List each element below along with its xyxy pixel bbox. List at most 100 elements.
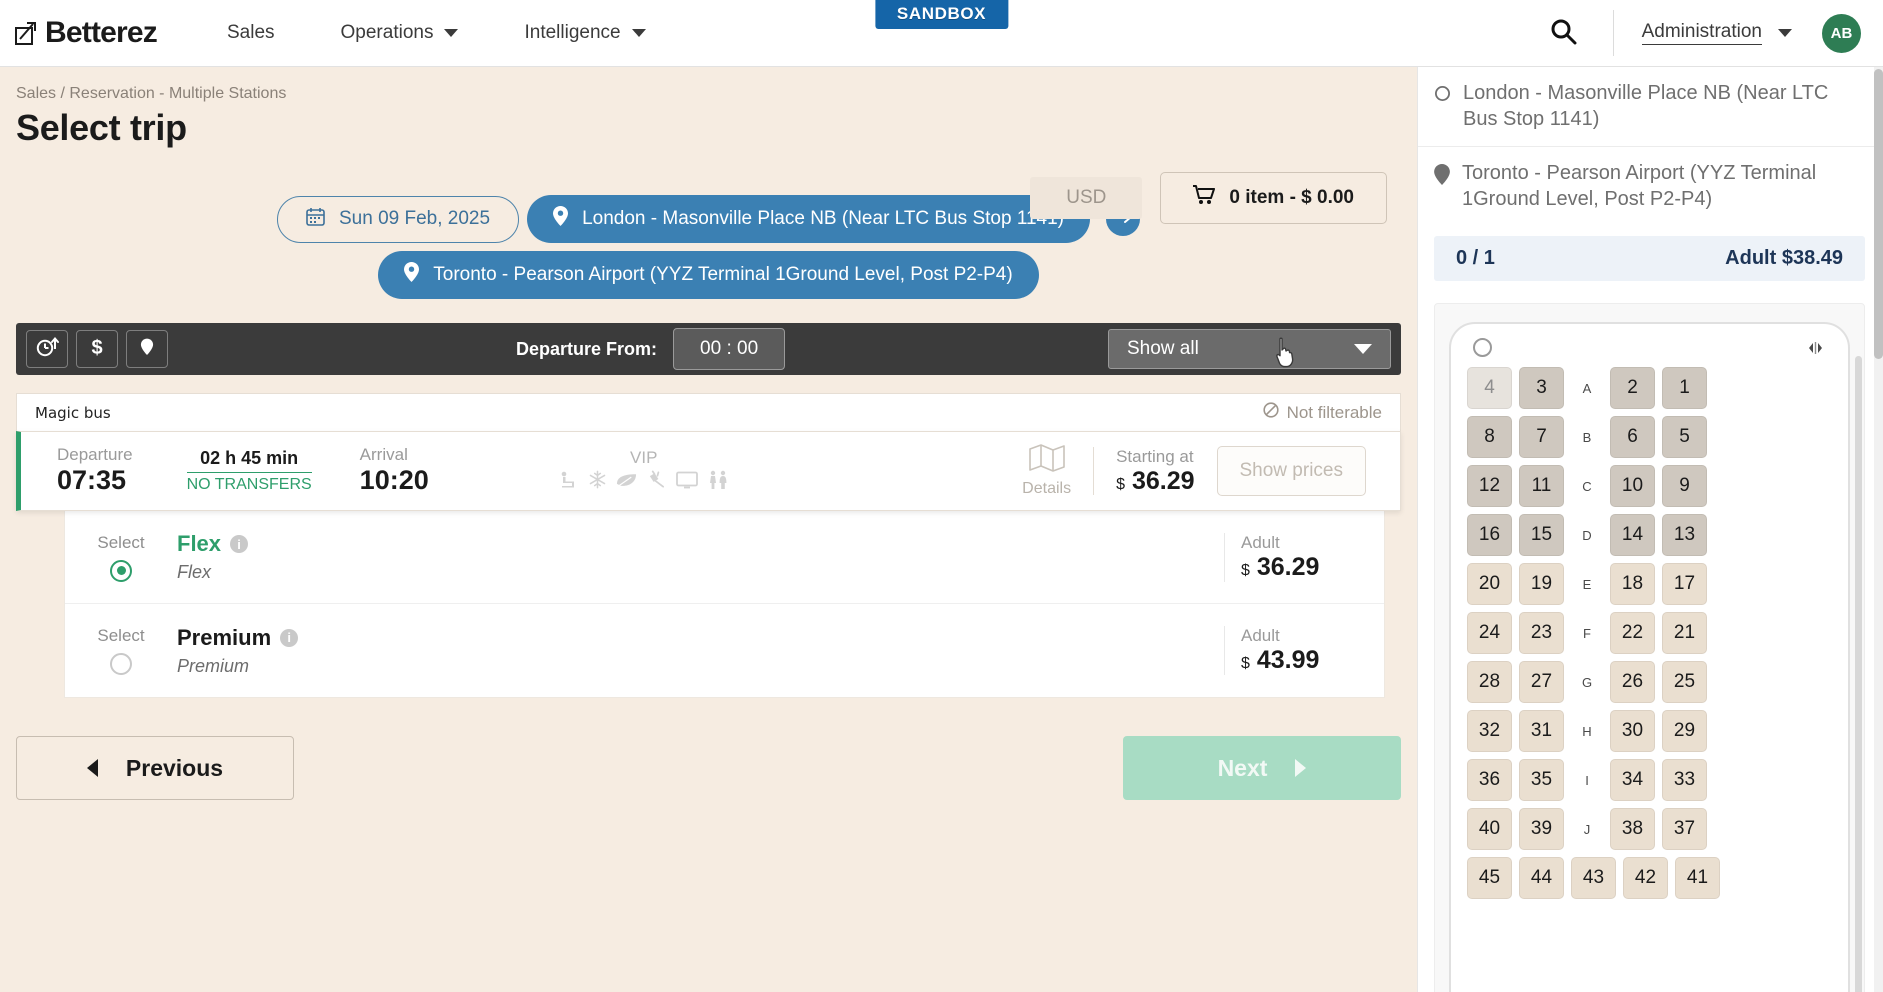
nav-label: Intelligence: [524, 22, 621, 43]
nav-item-sales[interactable]: Sales: [227, 22, 275, 44]
fare-amount: $ 36.29: [1241, 553, 1384, 582]
seat-map-scrollbar[interactable]: [1855, 356, 1862, 992]
seat-count-bar: 0 / 1 Adult $38.49: [1434, 236, 1865, 282]
seat-2[interactable]: 2: [1610, 367, 1655, 410]
next-button[interactable]: Next: [1123, 736, 1401, 800]
administration-menu[interactable]: Administration: [1641, 21, 1792, 45]
row-letter-C: C: [1582, 478, 1592, 494]
seat-10[interactable]: 10: [1610, 465, 1655, 508]
info-icon[interactable]: i: [280, 628, 299, 647]
fare-radio-flex[interactable]: [110, 559, 132, 582]
filter-select[interactable]: Show all: [1108, 329, 1391, 369]
scrollbar-thumb[interactable]: [1855, 356, 1862, 992]
seat-1[interactable]: 1: [1662, 367, 1707, 410]
fare-select-cell: Select: [65, 626, 177, 675]
seat-41[interactable]: 41: [1675, 857, 1720, 900]
departure-from-input[interactable]: 00 : 00: [673, 328, 786, 370]
seat-8[interactable]: 8: [1467, 416, 1512, 459]
seat-22[interactable]: 22: [1610, 612, 1655, 655]
cart-label: 0 item - $ 0.00: [1229, 187, 1354, 208]
shopping-cart-icon: [1193, 185, 1216, 211]
seat-3[interactable]: 3: [1519, 367, 1564, 410]
seat-row-D: 16 15 D 14 13: [1467, 514, 1832, 557]
seat-43[interactable]: 43: [1571, 857, 1616, 900]
details-button[interactable]: Details: [1000, 444, 1093, 498]
seat-24[interactable]: 24: [1467, 612, 1512, 655]
fare-row[interactable]: Select Flex i Flex Adult $ 36.29: [65, 511, 1384, 604]
brand-logo[interactable]: Betterez: [14, 16, 158, 50]
cart-area: USD 0 item - $ 0.00: [1030, 172, 1387, 224]
seat-6[interactable]: 6: [1610, 416, 1655, 459]
seat-11[interactable]: 11: [1519, 465, 1564, 508]
seat-7[interactable]: 7: [1519, 416, 1564, 459]
seat-36[interactable]: 36: [1467, 759, 1512, 802]
seat-18[interactable]: 18: [1610, 563, 1655, 606]
date-chip[interactable]: Sun 09 Feb, 2025: [277, 195, 520, 243]
seat-15[interactable]: 15: [1519, 514, 1564, 557]
seat-32[interactable]: 32: [1467, 710, 1512, 753]
search-button[interactable]: [1513, 17, 1613, 50]
show-prices-button[interactable]: Show prices: [1216, 446, 1366, 496]
nav-item-intelligence[interactable]: Intelligence: [524, 22, 646, 44]
seat-37[interactable]: 37: [1662, 808, 1707, 851]
origin-chip[interactable]: London - Masonville Place NB (Near LTC B…: [527, 195, 1090, 243]
seat-25[interactable]: 25: [1662, 661, 1707, 704]
chevron-down-icon: [1778, 29, 1792, 37]
currency-display: USD: [1030, 177, 1143, 219]
seat-33[interactable]: 33: [1662, 759, 1707, 802]
select-label: Select: [97, 532, 145, 552]
seat-23[interactable]: 23: [1519, 612, 1564, 655]
seat-20[interactable]: 20: [1467, 563, 1512, 606]
avatar[interactable]: AB: [1822, 13, 1861, 53]
seat-27[interactable]: 27: [1519, 661, 1564, 704]
seat-17[interactable]: 17: [1662, 563, 1707, 606]
seat-40[interactable]: 40: [1467, 808, 1512, 851]
seat-28[interactable]: 28: [1467, 661, 1512, 704]
sort-by-price-button[interactable]: $: [76, 330, 118, 368]
chips-line-one: Sun 09 Feb, 2025 London - Masonville Pla…: [277, 195, 1140, 243]
row-letter-I: I: [1585, 772, 1589, 788]
seat-5[interactable]: 5: [1662, 416, 1707, 459]
info-icon[interactable]: i: [230, 535, 249, 553]
sort-by-location-button[interactable]: [126, 330, 168, 368]
amount: 36.29: [1131, 466, 1195, 495]
nav-divider: [1612, 10, 1614, 56]
seat-16[interactable]: 16: [1467, 514, 1512, 557]
nav-item-operations[interactable]: Operations: [341, 22, 459, 44]
page-scrollbar[interactable]: [1874, 67, 1883, 992]
steering-wheel-icon: [1473, 338, 1492, 358]
seat-4[interactable]: 4: [1467, 367, 1512, 410]
clock-sort-ascending-icon: [35, 336, 59, 363]
destination-chip[interactable]: Toronto - Pearson Airport (YYZ Terminal …: [378, 251, 1039, 299]
seat-21[interactable]: 21: [1662, 612, 1707, 655]
seat-31[interactable]: 31: [1519, 710, 1564, 753]
seat-12[interactable]: 12: [1467, 465, 1512, 508]
trip-row[interactable]: Departure 07:35 02 h 45 min NO TRANSFERS…: [16, 431, 1401, 511]
seat-35[interactable]: 35: [1519, 759, 1564, 802]
sort-by-time-button[interactable]: [26, 330, 68, 368]
seat-14[interactable]: 14: [1610, 514, 1655, 557]
seat-9[interactable]: 9: [1662, 465, 1707, 508]
fare-radio-premium[interactable]: [110, 653, 132, 675]
seat-34[interactable]: 34: [1610, 759, 1655, 802]
main-content: Sales / Reservation - Multiple Stations …: [0, 67, 1417, 992]
seat-38[interactable]: 38: [1610, 808, 1655, 851]
seat-30[interactable]: 30: [1610, 710, 1655, 753]
starting-at-label: Starting at: [1116, 446, 1194, 466]
seat-29[interactable]: 29: [1662, 710, 1707, 753]
currency-symbol: $: [1241, 561, 1250, 579]
seat-44[interactable]: 44: [1519, 857, 1564, 900]
scrollbar-thumb[interactable]: [1874, 69, 1883, 359]
seat-row-C: 12 11 C 10 9: [1467, 465, 1832, 508]
seat-42[interactable]: 42: [1623, 857, 1668, 900]
seat-19[interactable]: 19: [1519, 563, 1564, 606]
fare-select-cell: Select: [65, 533, 177, 582]
cart-button[interactable]: 0 item - $ 0.00: [1160, 172, 1387, 224]
seat-45[interactable]: 45: [1467, 857, 1512, 900]
seat-39[interactable]: 39: [1519, 808, 1564, 851]
previous-button[interactable]: Previous: [16, 736, 294, 800]
seat-26[interactable]: 26: [1610, 661, 1655, 704]
fare-row[interactable]: Select Premium i Premium Adult $ 43.99: [65, 604, 1384, 697]
seat-13[interactable]: 13: [1662, 514, 1707, 557]
fare-subtitle: Flex: [177, 562, 212, 582]
